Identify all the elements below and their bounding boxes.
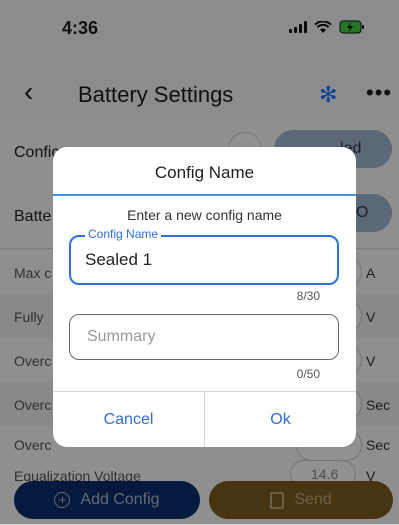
config-name-counter: 8/30: [296, 289, 320, 303]
dialog-divider: [53, 194, 356, 196]
dialog-title: Config Name: [154, 163, 255, 182]
summary-counter: 0/50: [296, 367, 320, 381]
config-name-value: Sealed 1: [85, 250, 153, 269]
ok-button[interactable]: Ok: [205, 392, 356, 447]
dialog-actions: Cancel Ok: [53, 391, 356, 447]
config-name-input[interactable]: Config Name Sealed 1: [69, 227, 339, 285]
config-name-dialog: Config Name Enter a new config name Conf…: [53, 147, 356, 447]
config-name-label: Config Name: [85, 227, 162, 241]
summary-input[interactable]: Summary: [69, 314, 339, 360]
dialog-prompt: Enter a new config name: [127, 207, 282, 223]
summary-placeholder: Summary: [87, 328, 156, 345]
cancel-button[interactable]: Cancel: [53, 392, 204, 447]
